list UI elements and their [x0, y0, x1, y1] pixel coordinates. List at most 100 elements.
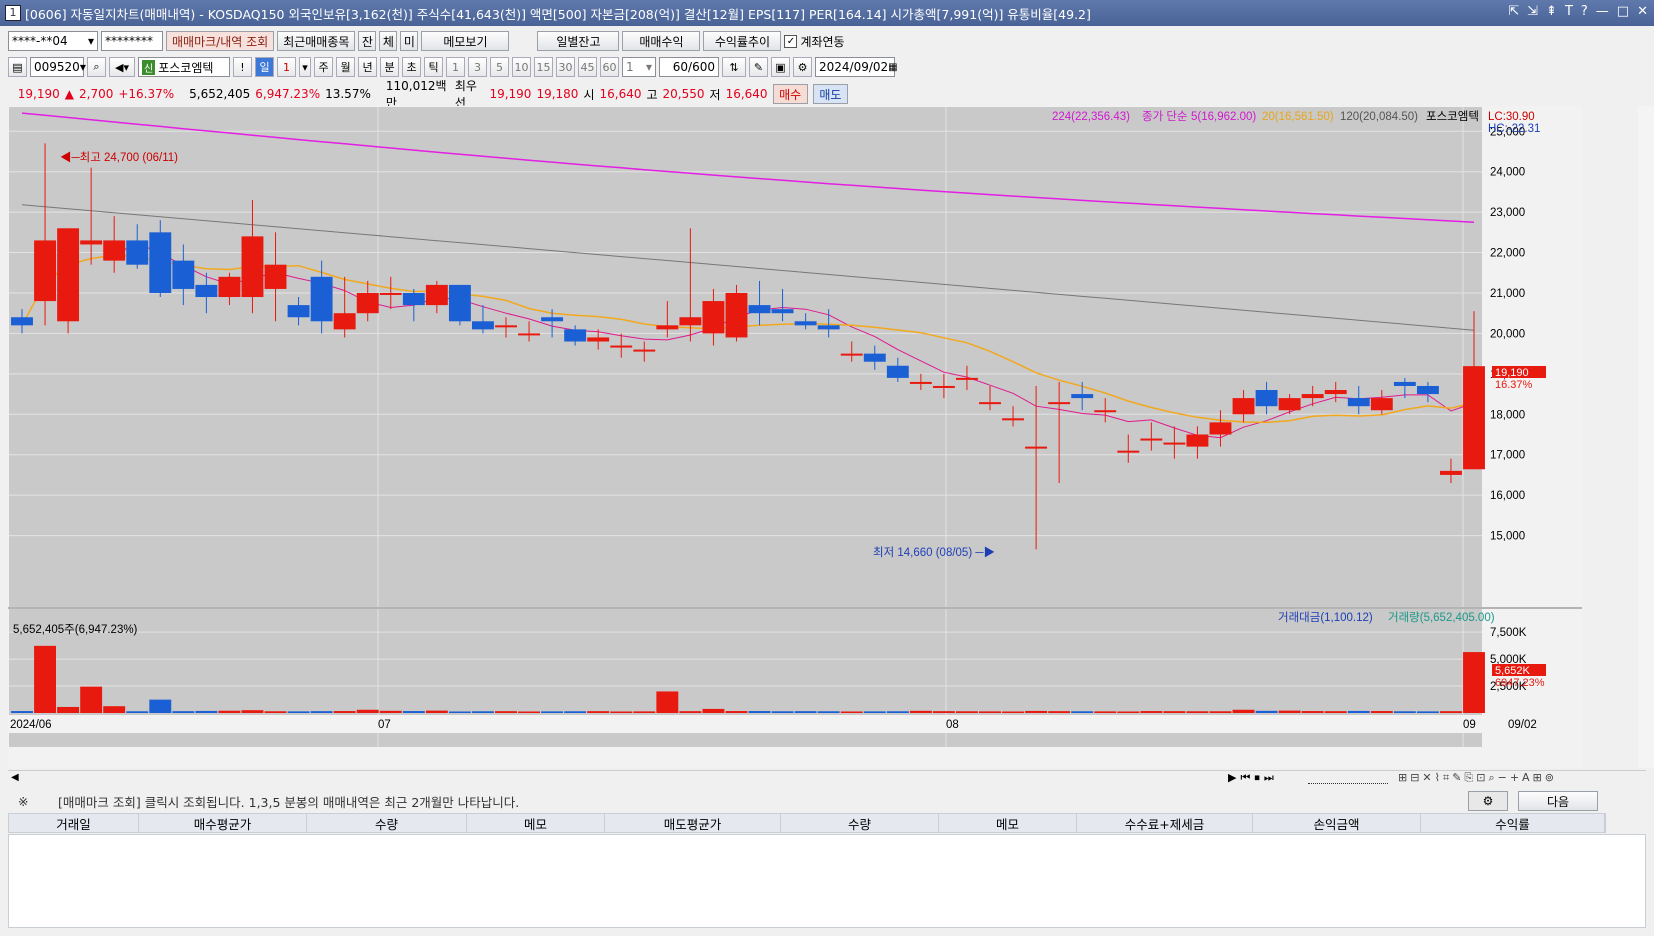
volume-bar	[679, 711, 702, 713]
col-buy-qty: 수량	[307, 814, 467, 832]
volume-bar	[1278, 710, 1301, 713]
count-field[interactable]: 60/600	[659, 57, 719, 77]
pin-icon[interactable]: ⇞	[1546, 4, 1557, 19]
volume-bar	[126, 711, 149, 713]
period-tick-button[interactable]: 틱	[424, 57, 443, 77]
candle-body	[1440, 470, 1462, 475]
trade-mark-button[interactable]: 매매마크/내역 조회	[166, 31, 275, 51]
calendar-icon: ▦	[888, 61, 898, 73]
help-icon[interactable]: ?	[1581, 4, 1588, 19]
drawing-icon[interactable]: ✎	[749, 57, 768, 77]
close-icon[interactable]: ✕	[1637, 4, 1648, 19]
volume-bar	[103, 706, 126, 713]
speaker-icon[interactable]: ◀▾	[109, 57, 135, 77]
trade-profit-button[interactable]: 매매수익	[622, 31, 701, 51]
candle-body	[1463, 366, 1485, 470]
minute-5-button[interactable]: 5	[490, 57, 509, 77]
window-title: [0606] 자동일지차트(매매내역) - KOSDAQ150 외국인보유[3,…	[25, 6, 1091, 22]
layout-icon[interactable]: ▤	[8, 57, 27, 77]
open-label: 시	[583, 87, 595, 102]
volume-bar	[1232, 709, 1255, 713]
volume-bar	[310, 711, 333, 713]
stock-chart[interactable]: 25,00024,00023,00022,00021,00020,00019,0…	[8, 106, 1582, 768]
period-week-button[interactable]: 주	[314, 57, 333, 77]
profit-trend-button[interactable]: 수익률추이	[703, 31, 782, 51]
period-month-button[interactable]: 월	[336, 57, 355, 77]
candle-body	[794, 321, 817, 326]
legend-ma224: 224(22,356.43)	[1052, 111, 1130, 123]
candle-body	[541, 317, 564, 322]
account-select[interactable]: ****-**04 ▾	[8, 31, 98, 51]
chart-tools-icon[interactable]: ⊞⊟✕⌇⌗✎⎘⊡⌕−+A⊞⊚	[1398, 771, 1557, 785]
alert-button[interactable]: !	[233, 57, 252, 77]
low-annotation-text: 최저 14,660 (08/05)	[873, 546, 972, 559]
daily-balance-button[interactable]: 일별잔고	[537, 31, 620, 51]
stock-code-value: 009520	[34, 60, 80, 74]
last-volume-pct: 6947.23%	[1495, 677, 1545, 689]
gear-icon[interactable]: ⚙	[793, 57, 812, 77]
period-day-button[interactable]: 일	[255, 57, 274, 77]
font-icon[interactable]: T	[1565, 4, 1573, 19]
volume-bar	[356, 709, 379, 713]
stock-code-input[interactable]: 009520 ▾	[30, 57, 86, 77]
candle-body	[149, 232, 172, 293]
minute-30-button[interactable]: 30	[556, 57, 575, 77]
period-year-button[interactable]: 년	[358, 57, 377, 77]
minimize-icon[interactable]: —	[1596, 4, 1609, 19]
minute-15-button[interactable]: 15	[534, 57, 553, 77]
next-button[interactable]: 다음	[1518, 791, 1598, 811]
candle-body	[495, 325, 517, 328]
scroll-left-icon[interactable]: ◀	[11, 772, 19, 783]
minute-1-button[interactable]: 1	[446, 57, 465, 77]
price-change-pct: +16.37%	[118, 87, 175, 101]
period-minute-button[interactable]: 분	[380, 57, 399, 77]
volume-bar	[11, 711, 33, 713]
candle-body	[633, 349, 656, 352]
candle-body	[1416, 385, 1439, 395]
balance-button[interactable]: 잔	[358, 31, 377, 51]
trade-table-header: 거래일 매수평균가 수량 메모 매도평균가 수량 메모 수수료+제세금 손익금액…	[8, 813, 1606, 833]
executed-button[interactable]: 체	[379, 31, 398, 51]
minute-45-button[interactable]: 45	[578, 57, 597, 77]
maximize-icon[interactable]: □	[1617, 4, 1629, 19]
buy-button[interactable]: 매수	[772, 84, 808, 104]
zoom-slider[interactable]	[1308, 772, 1388, 784]
volume-bar	[863, 711, 886, 713]
chevron-down-icon[interactable]: ▾	[299, 57, 311, 77]
minute-10-button[interactable]: 10	[512, 57, 531, 77]
indicator-icon[interactable]: ⇅	[722, 57, 746, 77]
sell-button[interactable]: 매도	[812, 84, 848, 104]
candle-body	[34, 240, 56, 302]
dock-icon[interactable]: ⇱	[1508, 4, 1519, 19]
password-field[interactable]: ********	[101, 31, 163, 51]
search-icon[interactable]: ⌕	[87, 57, 106, 77]
candle-body	[702, 301, 725, 334]
legend-ma5: 5(16,962.00)	[1191, 111, 1256, 123]
price-tick: 15,000	[1490, 531, 1525, 543]
undock-icon[interactable]: ⇲	[1527, 4, 1538, 19]
volume-bar	[794, 711, 817, 713]
candle-body	[402, 292, 425, 306]
period-day-count[interactable]: 1	[277, 57, 296, 77]
stock-name-field[interactable]: 신 포스코엠텍	[138, 57, 230, 77]
chart-scrollbar[interactable]: ◀ ▶⏮⏹⏭ ⊞⊟✕⌇⌗✎⎘⊡⌕−+A⊞⊚	[8, 770, 1646, 786]
pending-button[interactable]: 미	[400, 31, 419, 51]
n-value-select[interactable]: 1 ▾	[622, 57, 656, 77]
playback-controls[interactable]: ▶⏮⏹⏭	[1228, 771, 1278, 785]
settings-button[interactable]: ⚙	[1468, 791, 1508, 811]
candle-body	[11, 317, 33, 326]
legend-ma-type: 종가 단순	[1142, 110, 1188, 123]
minute-60-button[interactable]: 60	[600, 57, 619, 77]
date-field[interactable]: 2024/09/02 ▦	[815, 57, 898, 77]
account-value: ****-**04	[12, 34, 68, 48]
col-buy-memo: 메모	[467, 814, 605, 832]
account-link-checkbox[interactable]: ✓ 계좌연동	[784, 33, 845, 50]
memo-view-button[interactable]: 메모보기	[421, 31, 510, 51]
period-second-button[interactable]: 초	[402, 57, 421, 77]
minute-3-button[interactable]: 3	[468, 57, 487, 77]
trade-table-body[interactable]	[8, 834, 1646, 928]
stock-name: 포스코엠텍	[158, 60, 214, 75]
recent-trades-button[interactable]: 최근매매종목	[277, 31, 356, 51]
chevron-down-icon: ▾	[87, 34, 94, 48]
save-icon[interactable]: ▣	[771, 57, 790, 77]
